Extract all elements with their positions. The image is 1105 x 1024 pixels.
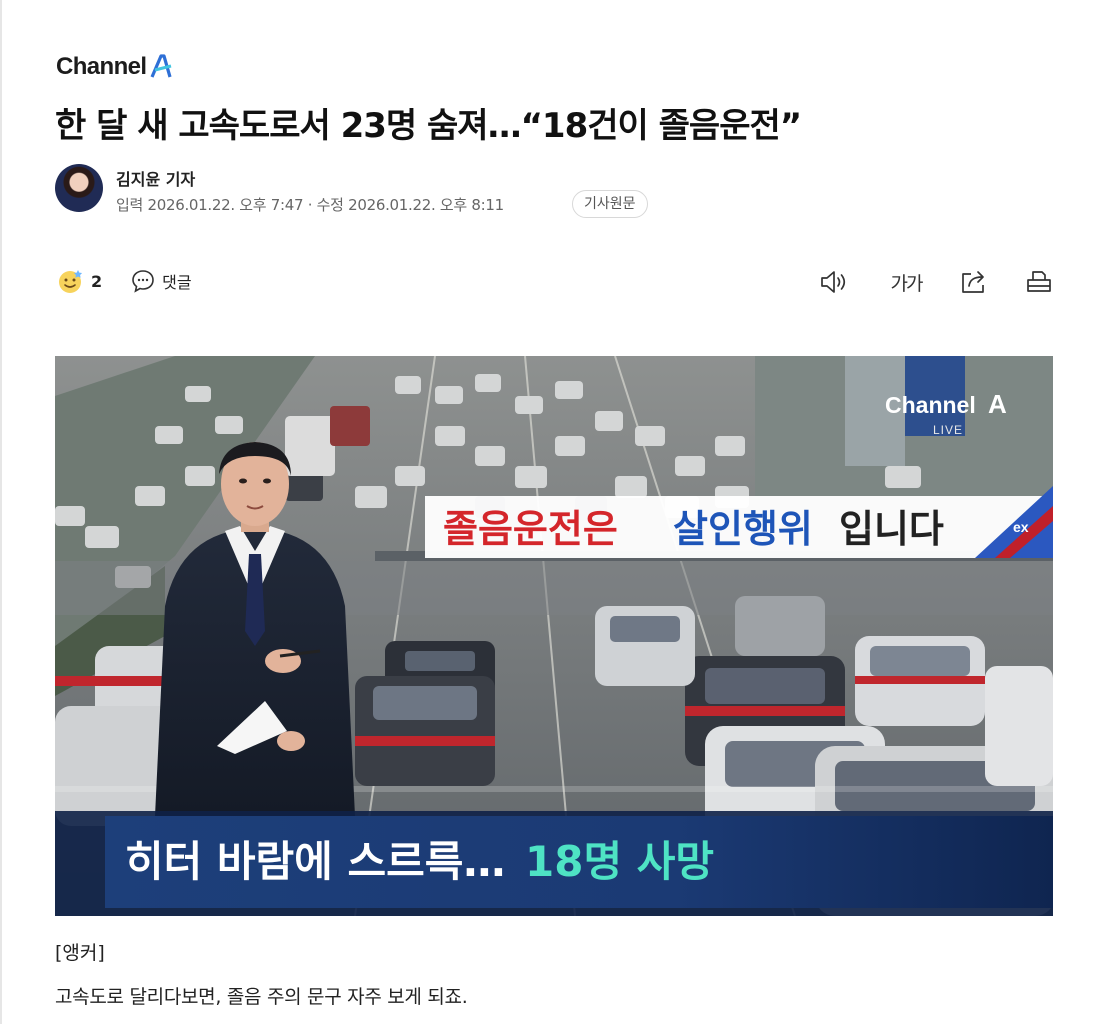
banner-tail-text: 입니다 <box>839 507 944 551</box>
channel-a-logo[interactable]: Channel <box>56 50 173 84</box>
news-video-still[interactable]: 졸음운전은 살인행위 입니다 ex Channel A LIVE 히터 바람에 … <box>55 356 1053 916</box>
article-dates: 입력 2026.01.22. 오후 7:47 · 수정 2026.01.22. … <box>116 196 504 214</box>
reaction-count: 2 <box>91 271 103 291</box>
speaker-icon <box>821 271 846 293</box>
caption-green-text: 18명 사망 <box>525 837 714 886</box>
speech-bubble-icon <box>132 270 154 293</box>
anchor-tag: [앵커] <box>55 942 105 964</box>
live-label: LIVE <box>933 423 963 437</box>
original-article-button[interactable]: 기사원문 <box>572 190 648 218</box>
text-to-speech-button[interactable] <box>818 266 852 298</box>
smiley-icon[interactable] <box>57 267 85 295</box>
comment-button[interactable]: 댓글 <box>130 268 192 294</box>
print-button[interactable] <box>1022 266 1056 298</box>
article-body-line: 고속도로 달리다보면, 졸음 주의 문구 자주 보게 되죠. <box>55 986 468 1008</box>
reaction-bar: 2 댓글 <box>57 266 192 296</box>
comment-label: 댓글 <box>162 273 192 292</box>
caption-white-text: 히터 바람에 스르륵… <box>125 837 505 886</box>
font-size-icon: 가가 <box>890 269 924 296</box>
article-headline: 한 달 새 고속도로서 23명 숨져…“18건이 졸음운전” <box>55 106 802 146</box>
logo-text: Channel <box>56 53 147 80</box>
print-icon <box>1027 271 1051 292</box>
share-icon <box>962 271 984 293</box>
font-size-label: 가가 <box>890 272 924 295</box>
video-frame: 졸음운전은 살인행위 입니다 ex Channel A LIVE 히터 바람에 … <box>55 356 1053 916</box>
font-size-button[interactable]: 가가 <box>886 266 926 298</box>
ex-badge: ex <box>1013 519 1029 535</box>
share-button[interactable] <box>957 266 991 298</box>
live-channel-mark: A <box>988 389 1007 419</box>
banner-red-text: 졸음운전은 <box>443 507 618 551</box>
logo-a-mark-icon <box>151 54 173 78</box>
reporter-avatar[interactable] <box>55 164 103 212</box>
live-channel-name: Channel <box>885 392 976 418</box>
banner-blue-text: 살인행위 <box>673 507 813 551</box>
reporter-name[interactable]: 김지윤 기자 <box>116 166 195 190</box>
page-left-border <box>0 0 2 1024</box>
